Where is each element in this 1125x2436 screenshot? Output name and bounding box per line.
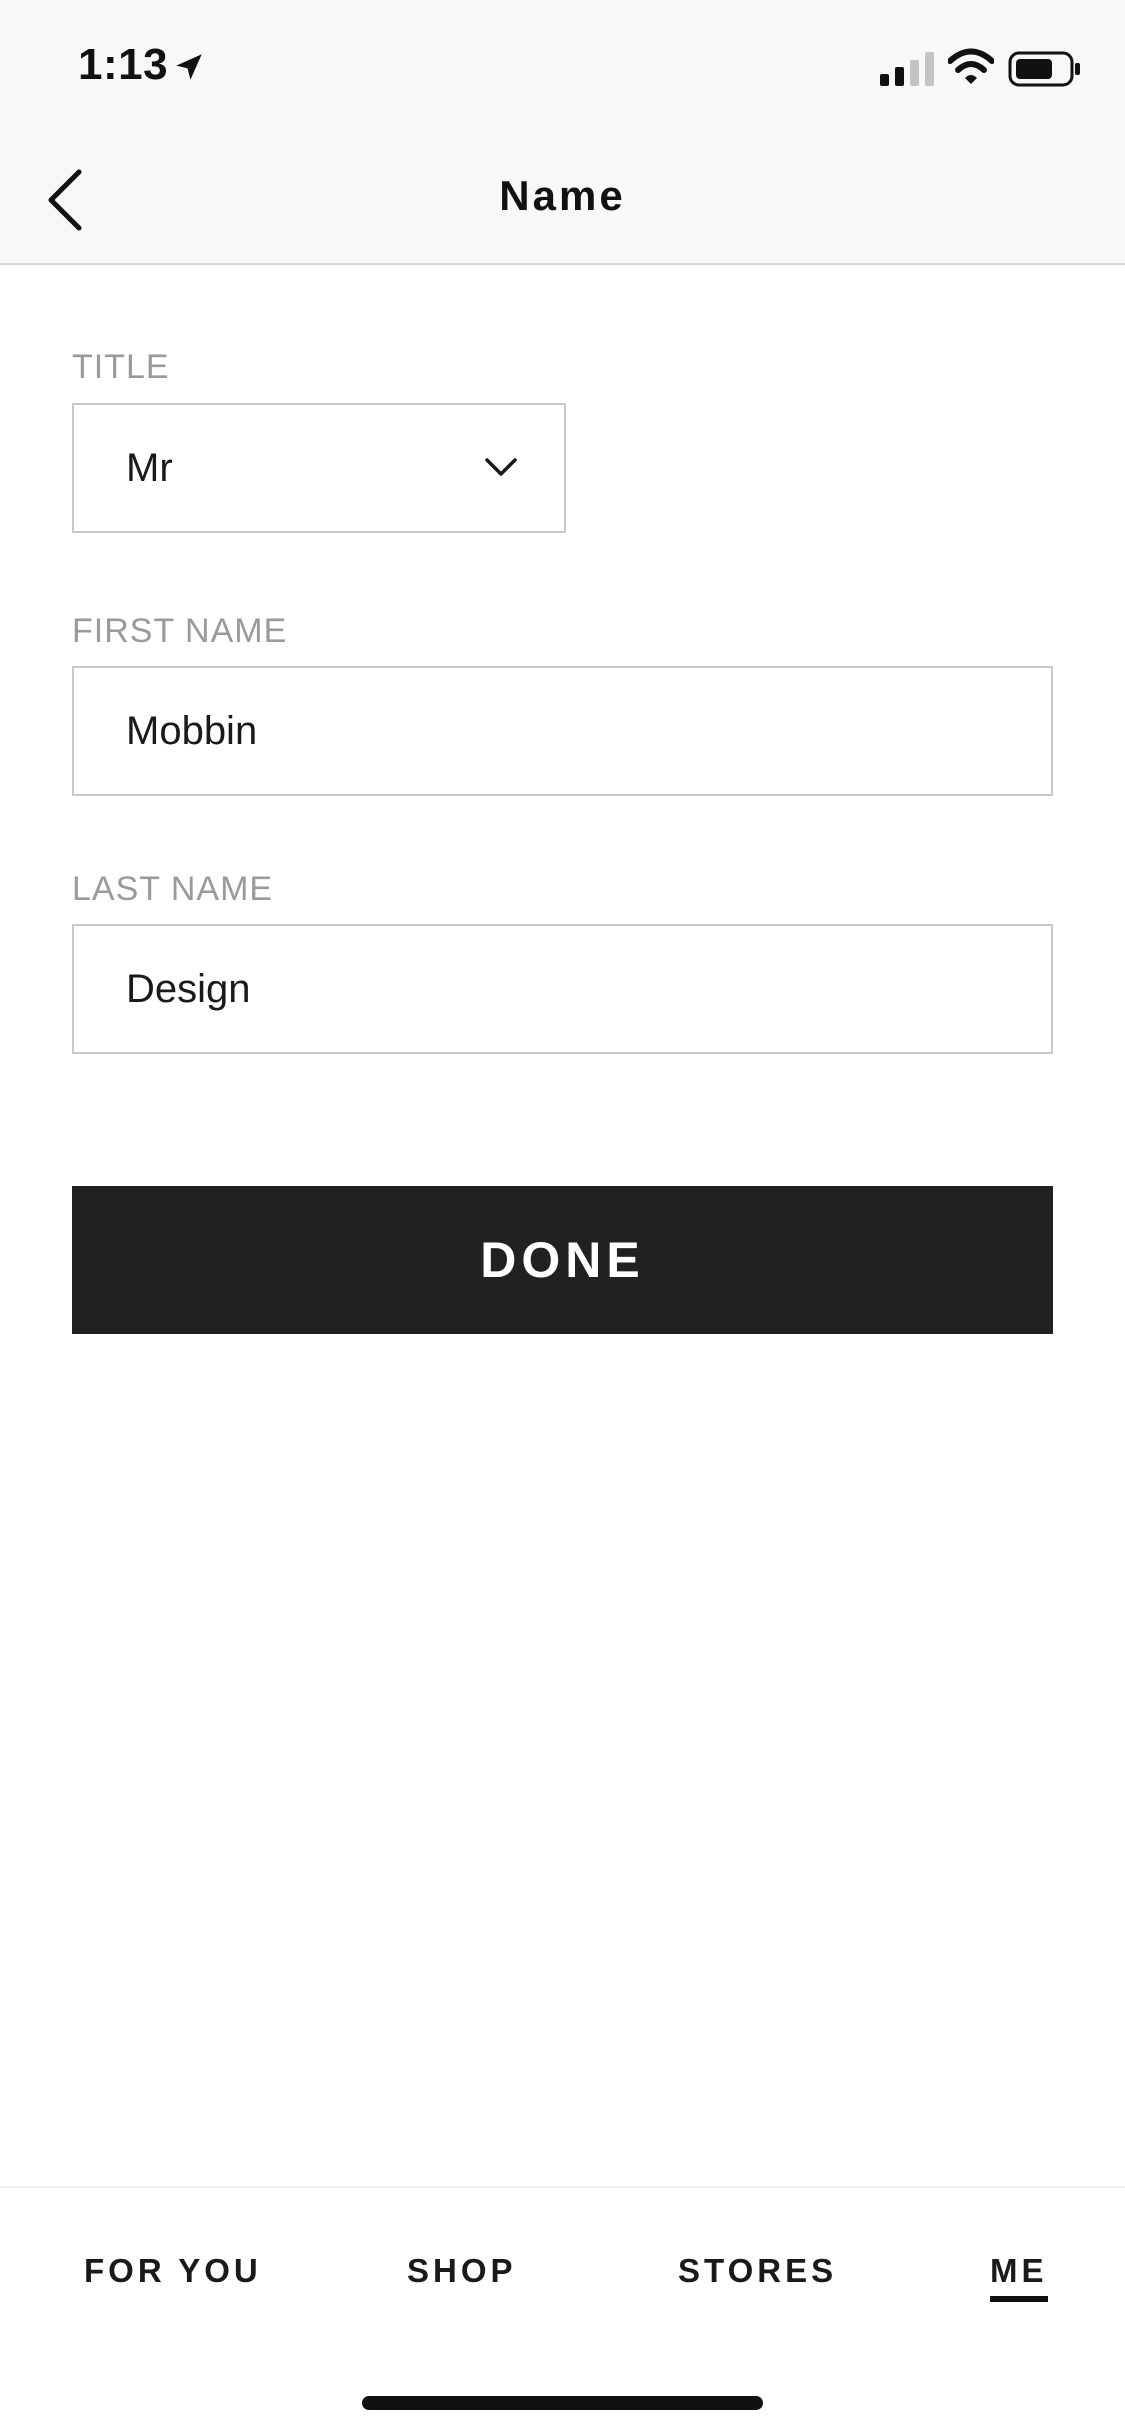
home-indicator xyxy=(362,2396,763,2410)
signal-icon xyxy=(880,52,934,86)
title-label: TITLE xyxy=(72,348,170,386)
first-name-field[interactable] xyxy=(126,668,1051,794)
screen: 1:13 Name TITLE Mr FIRST NAME Mobbin LAS… xyxy=(0,0,1125,2436)
title-select-value: Mr xyxy=(126,445,173,490)
first-name-label: FIRST NAME xyxy=(72,612,288,650)
wifi-icon xyxy=(948,48,994,84)
tab-for-you[interactable]: FOR YOU xyxy=(84,2252,262,2290)
last-name-label: LAST NAME xyxy=(72,870,274,908)
last-name-field-box xyxy=(72,924,1053,1054)
chevron-down-icon xyxy=(485,458,517,476)
tab-me[interactable]: ME xyxy=(990,2252,1048,2302)
tab-shop[interactable]: SHOP xyxy=(407,2252,517,2290)
battery-icon xyxy=(1008,51,1080,87)
first-name-field-box xyxy=(72,666,1053,796)
title-select[interactable]: Mr xyxy=(72,403,566,533)
page-title: Name xyxy=(499,172,626,219)
tab-stores[interactable]: STORES xyxy=(678,2252,837,2290)
status-time: 1:13 xyxy=(78,40,169,89)
last-name-field[interactable] xyxy=(126,926,1051,1052)
location-arrow-icon xyxy=(176,54,202,80)
header-bar: 1:13 Name xyxy=(0,0,1125,265)
done-button[interactable]: DONE xyxy=(72,1186,1053,1334)
